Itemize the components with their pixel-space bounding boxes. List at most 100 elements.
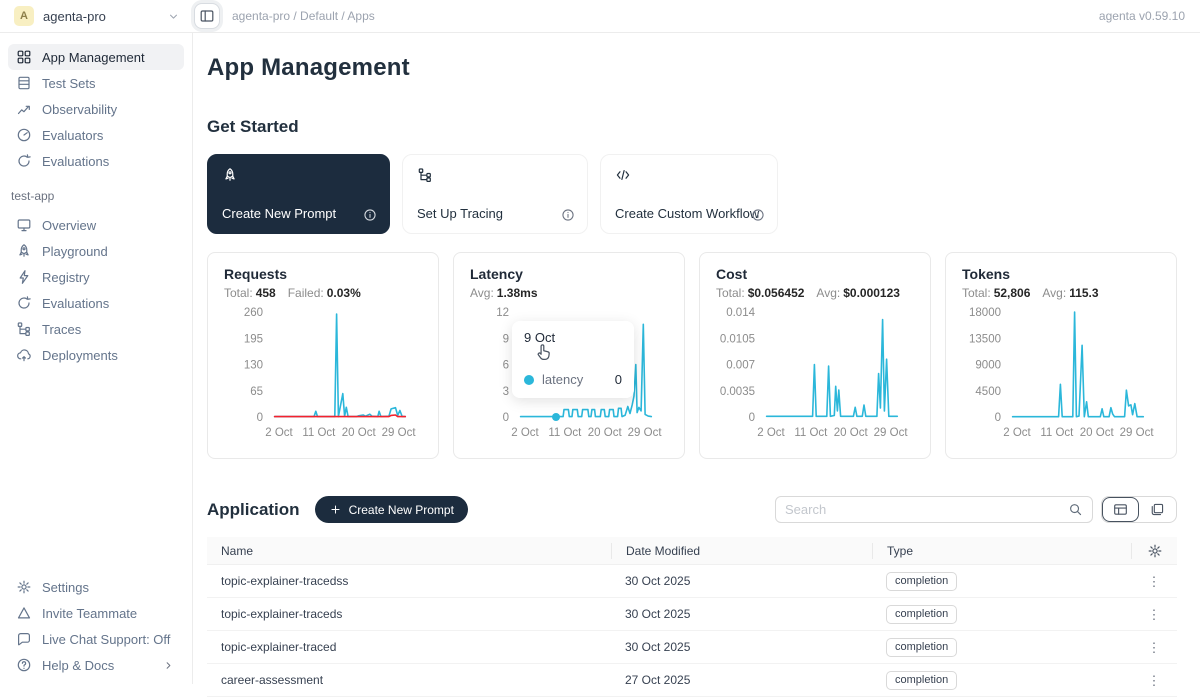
- sidebar-item-label: Help & Docs: [42, 658, 114, 673]
- column-header-type[interactable]: Type: [872, 543, 1131, 559]
- cloud-upload-icon: [16, 347, 32, 363]
- svg-text:130: 130: [244, 360, 263, 372]
- rocket-icon: [222, 167, 238, 183]
- cell-type: completion: [872, 605, 1131, 624]
- sidebar-footer-nav: Settings Invite Teammate Live Chat Support…: [8, 574, 184, 678]
- sidebar-item-label: Evaluations: [42, 154, 109, 169]
- rocket-icon: [16, 243, 32, 259]
- column-header-date-modified[interactable]: Date Modified: [611, 543, 872, 559]
- svg-text:3: 3: [503, 386, 509, 398]
- table-header: NameDate ModifiedType: [207, 537, 1177, 565]
- sidebar-item-overview[interactable]: Overview: [8, 212, 184, 238]
- column-header-name[interactable]: Name: [207, 543, 611, 559]
- get-started-card-create-new-prompt[interactable]: Create New Prompt: [207, 154, 390, 234]
- get-started-card-set-up-tracing[interactable]: Set Up Tracing: [402, 154, 588, 234]
- metric-card-cost: CostTotal:$0.056452Avg:$0.00012300.00350…: [699, 252, 931, 459]
- card-view-button[interactable]: [1139, 497, 1176, 522]
- table-row[interactable]: career-assessment27 Oct 2025completion⋮: [207, 664, 1177, 697]
- sidebar-item-label: Invite Teammate: [42, 606, 137, 621]
- table-row[interactable]: topic-explainer-traceds30 Oct 2025comple…: [207, 598, 1177, 631]
- sidebar-item-label: Evaluations: [42, 296, 109, 311]
- search-input[interactable]: [785, 502, 1068, 517]
- type-badge: completion: [886, 572, 957, 591]
- main-content: App Management Get Started Create New Pr…: [207, 33, 1177, 684]
- testsets-icon: [16, 75, 32, 91]
- sidebar-item-live-chat[interactable]: Live Chat Support: Off: [8, 626, 184, 652]
- branch-icon: [417, 167, 433, 183]
- sidebar-toggle-button[interactable]: [194, 3, 220, 29]
- sidebar-item-deployments[interactable]: Deployments: [8, 342, 184, 368]
- svg-text:0: 0: [257, 412, 263, 424]
- grid-icon: [16, 49, 32, 65]
- sidebar-main-nav: App ManagementTest SetsObservabilityEval…: [8, 44, 184, 174]
- metric-card-latency: LatencyAvg:1.38ms0369122 Oct11 Oct20 Oct…: [453, 252, 685, 459]
- sidebar-item-evaluators[interactable]: Evaluators: [8, 122, 184, 148]
- metric-card-tokens: TokensTotal:52,806Avg:115.30450090001350…: [945, 252, 1177, 459]
- svg-text:29 Oct: 29 Oct: [628, 427, 663, 439]
- triangle-icon: [16, 605, 32, 621]
- table-row[interactable]: topic-explainer-tracedss30 Oct 2025compl…: [207, 565, 1177, 598]
- table-view-button[interactable]: [1102, 497, 1139, 522]
- stat: Total:52,806: [962, 286, 1030, 300]
- sidebar-item-registry[interactable]: Registry: [8, 264, 184, 290]
- more-actions-button[interactable]: ⋮: [1148, 608, 1161, 621]
- info-icon: [751, 208, 765, 222]
- sidebar-item-label: Playground: [42, 244, 108, 259]
- sidebar-item-invite-teammate[interactable]: Invite Teammate: [8, 600, 184, 626]
- cell-actions: ⋮: [1131, 575, 1177, 588]
- chevron-right-icon: [160, 659, 176, 672]
- svg-text:260: 260: [244, 307, 263, 319]
- chart-title: Latency: [470, 266, 668, 282]
- sidebar-item-evaluations[interactable]: Evaluations: [8, 148, 184, 174]
- chart-stats: Total:52,806Avg:115.3: [962, 286, 1160, 300]
- type-badge: completion: [886, 638, 957, 657]
- sidebar-group-label: test-app: [11, 189, 184, 203]
- more-actions-button[interactable]: ⋮: [1148, 674, 1161, 687]
- cycle-icon: [16, 153, 32, 169]
- column-settings-icon[interactable]: [1147, 543, 1163, 559]
- sidebar-item-app-management[interactable]: App Management: [8, 44, 184, 70]
- tooltip-series-name: latency: [542, 372, 583, 387]
- sidebar-item-observability[interactable]: Observability: [8, 96, 184, 122]
- chart-stats: Total:458Failed:0.03%: [224, 286, 422, 300]
- sidebar-item-label: Settings: [42, 580, 89, 595]
- cell-type: completion: [872, 572, 1131, 591]
- help-circle-icon: [16, 657, 32, 673]
- svg-text:11 Oct: 11 Oct: [302, 427, 336, 439]
- svg-text:20 Oct: 20 Oct: [1080, 427, 1115, 439]
- sidebar-item-settings[interactable]: Settings: [8, 574, 184, 600]
- svg-text:29 Oct: 29 Oct: [1120, 427, 1155, 439]
- observability-icon: [16, 101, 32, 117]
- stat: Total:458: [224, 286, 276, 300]
- bolt-icon: [16, 269, 32, 285]
- tooltip-value: 0: [615, 372, 622, 387]
- view-toggle: [1101, 496, 1177, 523]
- sidebar-item-label: Test Sets: [42, 76, 95, 91]
- svg-text:4500: 4500: [975, 386, 1001, 398]
- sidebar-item-traces[interactable]: Traces: [8, 316, 184, 342]
- more-actions-button[interactable]: ⋮: [1148, 641, 1161, 654]
- search-icon[interactable]: [1068, 502, 1083, 517]
- svg-text:2 Oct: 2 Oct: [757, 427, 785, 439]
- sidebar-item-evaluations-app[interactable]: Evaluations: [8, 290, 184, 316]
- get-started-card-create-custom-workflow[interactable]: Create Custom Workflow: [600, 154, 778, 234]
- cell-date-modified: 30 Oct 2025: [611, 607, 872, 621]
- svg-text:20 Oct: 20 Oct: [834, 427, 869, 439]
- svg-text:9000: 9000: [975, 360, 1001, 372]
- svg-text:2 Oct: 2 Oct: [265, 427, 293, 439]
- metric-card-requests: RequestsTotal:458Failed:0.03%06513019526…: [207, 252, 439, 459]
- sidebar-item-help-docs[interactable]: Help & Docs: [8, 652, 184, 678]
- cell-name: topic-explainer-tracedss: [207, 574, 611, 588]
- chart-title: Cost: [716, 266, 914, 282]
- more-actions-button[interactable]: ⋮: [1148, 575, 1161, 588]
- sidebar-item-playground[interactable]: Playground: [8, 238, 184, 264]
- search-box: [775, 496, 1093, 523]
- workspace-selector[interactable]: A agenta-pro: [0, 6, 180, 26]
- sidebar-item-test-sets[interactable]: Test Sets: [8, 70, 184, 96]
- create-new-prompt-button[interactable]: Create New Prompt: [315, 496, 468, 523]
- svg-text:11 Oct: 11 Oct: [1040, 427, 1074, 439]
- table-row[interactable]: topic-explainer-traced30 Oct 2025complet…: [207, 631, 1177, 664]
- cell-date-modified: 27 Oct 2025: [611, 673, 872, 687]
- column-settings-cell: [1131, 543, 1177, 559]
- type-badge: completion: [886, 605, 957, 624]
